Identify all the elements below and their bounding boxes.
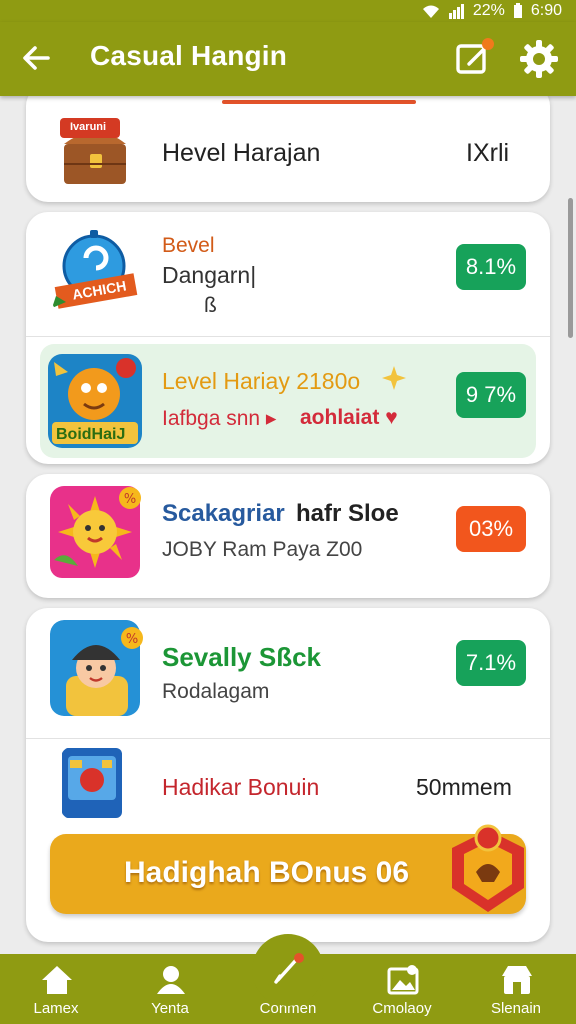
svg-text:%: %: [126, 632, 138, 647]
bonus-title: Hadikar Bonuin: [162, 774, 320, 800]
nav-item-home[interactable]: Lamex: [8, 954, 104, 1024]
gallery-icon: [387, 965, 419, 995]
list-item-detail: ß: [204, 294, 217, 317]
list-item-title: Sevally Sßck: [162, 642, 321, 672]
list-item-subtitle: Iafbga snn ▸: [162, 407, 277, 430]
player-avatar-icon: %: [50, 620, 143, 716]
battery-percent: 22%: [472, 2, 505, 19]
list-item-subtitle-2: aohlaiat ♥: [300, 406, 398, 429]
list-item-subtitle: Dangarn|: [162, 262, 257, 288]
level-title: Scakagriar: [162, 500, 285, 527]
icon-badge-text: BoidHaiJ: [56, 426, 126, 443]
trophy-badge-icon: [452, 824, 524, 912]
level-card-1[interactable]: Ivaruni Hevel Harajan IXrli: [26, 84, 550, 202]
level-title: Hevel Harajan: [162, 139, 321, 167]
nav-label: Slenain: [490, 1000, 542, 1017]
nav-label: Cmolaoy: [372, 1000, 432, 1017]
app-bar: Casual Hangin: [0, 22, 576, 96]
level-card-3[interactable]: % Scakagriar hafr Sloe JOBY Ram Paya Z00…: [26, 474, 550, 598]
edit-icon[interactable]: [452, 36, 498, 82]
svg-text:%: %: [124, 492, 136, 507]
level-value: IXrli: [466, 139, 510, 167]
bonus-value: 50mmem: [416, 774, 512, 800]
page-title: Casual Hangin: [90, 40, 288, 71]
level-card-2: ACHICH Bevel Dangarn| ß 8.1% BoidHaiJ Le…: [26, 212, 550, 464]
percent-badge: 03%: [456, 506, 526, 552]
center-action-button[interactable]: [252, 934, 324, 1006]
list-item-subtitle: Rodalagam: [162, 680, 270, 703]
list-item[interactable]: ACHICH Bevel Dangarn| ß 8.1%: [26, 212, 550, 336]
percent-badge: 9 7%: [456, 372, 526, 418]
pencil-icon: [274, 953, 304, 984]
status-bar: 22% 6:90: [0, 0, 576, 22]
level-title-suffix: hafr Sloe: [296, 500, 399, 527]
nav-item-profile[interactable]: Yenta: [122, 954, 218, 1024]
list-item[interactable]: Hadikar Bonuin 50mmem: [26, 740, 550, 824]
sparkle-icon: [382, 366, 406, 390]
achievement-ball-icon: [52, 230, 138, 309]
game-console-icon: [62, 748, 122, 818]
list-item[interactable]: % Sevally Sßck Rodalagam 7.1%: [26, 608, 550, 738]
list-item-title: Bevel: [162, 234, 215, 257]
nav-item-gallery[interactable]: Cmolaoy: [354, 954, 450, 1024]
list-item-highlighted[interactable]: BoidHaiJ Level Hariay 2180o Iafbga snn ▸…: [40, 344, 536, 458]
clock: 6:90: [530, 2, 562, 19]
percent-badge: 7.1%: [456, 640, 526, 686]
scroll-indicator[interactable]: [568, 198, 573, 338]
divider: [26, 738, 550, 739]
nav-label: Yenta: [151, 1000, 189, 1017]
signal-icon: [448, 4, 464, 19]
nav-item-settings[interactable]: Slenain: [468, 954, 564, 1024]
active-indicator: [222, 100, 416, 104]
level-subtitle: JOBY Ram Paya Z00: [162, 538, 363, 561]
percent-badge: 8.1%: [456, 244, 526, 290]
divider: [26, 336, 550, 337]
sun-character-icon: %: [50, 486, 141, 578]
home-icon: [42, 966, 72, 994]
store-icon: [502, 966, 532, 994]
gear-icon[interactable]: [518, 38, 560, 80]
profile-icon: [157, 966, 185, 994]
list-item-title: Level Hariay 2180o: [162, 368, 361, 394]
nav-label: Lamex: [33, 1000, 79, 1017]
back-arrow-icon[interactable]: [18, 38, 58, 78]
battery-icon: [513, 3, 522, 18]
bonus-button-label: Hadighah BOnus 06: [124, 856, 410, 889]
wifi-icon: [422, 5, 439, 18]
level-card-4: % Sevally Sßck Rodalagam 7.1% Hadikar Bo…: [26, 608, 550, 942]
chest-label: Ivaruni: [70, 121, 107, 133]
